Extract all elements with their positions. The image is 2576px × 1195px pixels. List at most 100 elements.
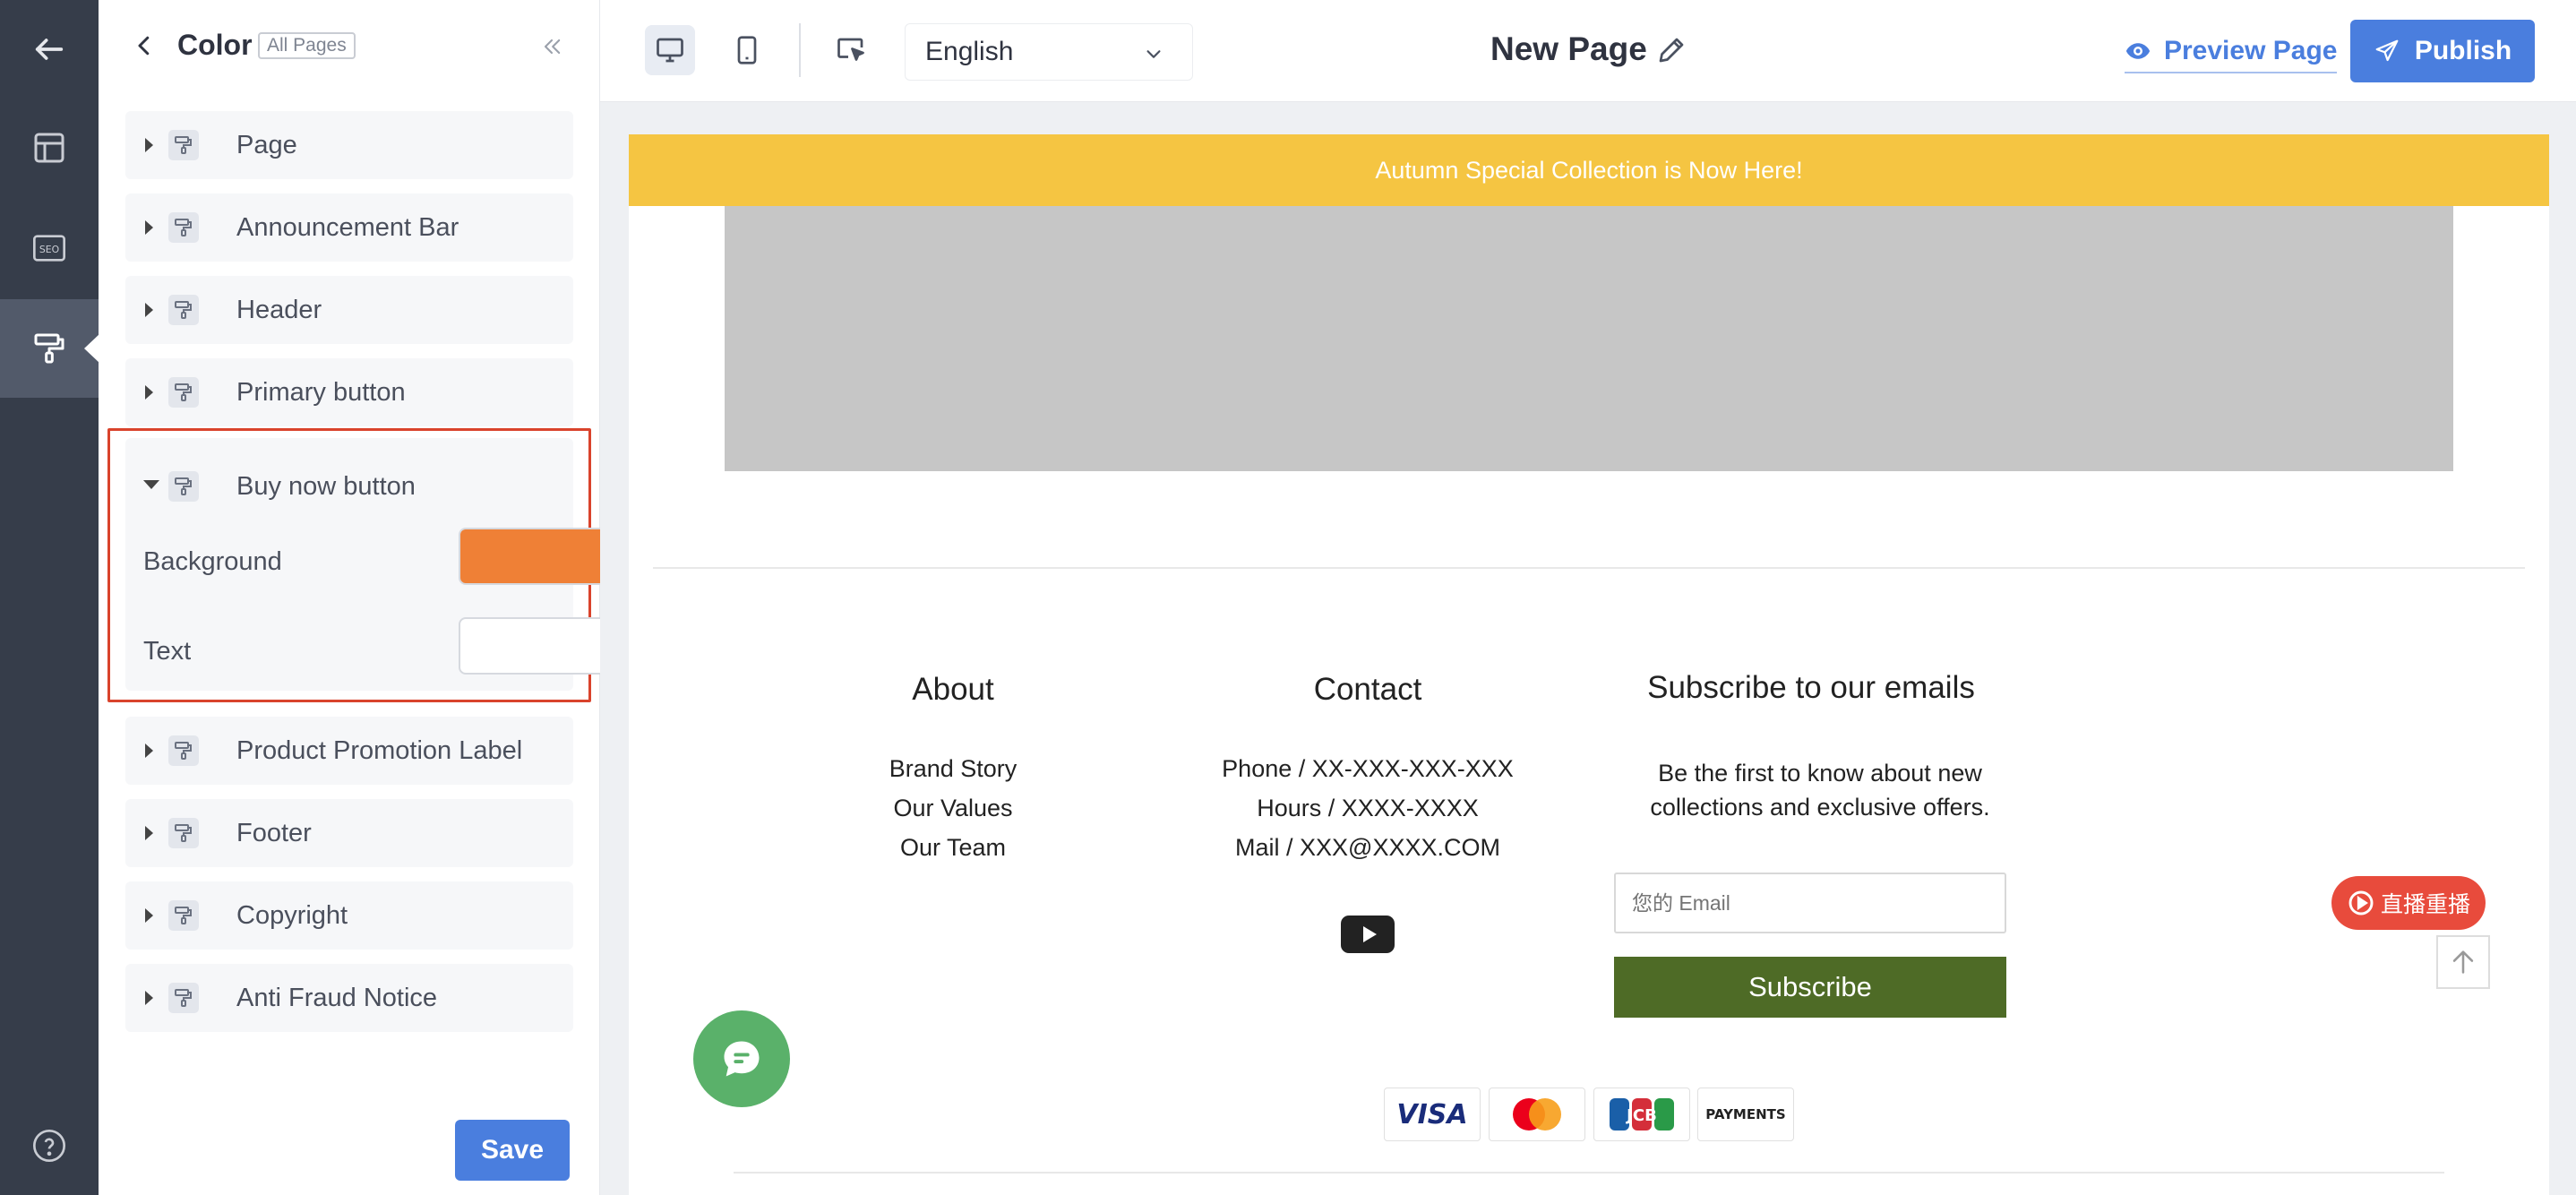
back-button[interactable]: [0, 0, 99, 99]
visa-label: VISA: [1396, 1098, 1468, 1131]
live-replay-label: 直播重播: [2380, 892, 2470, 917]
live-replay-badge[interactable]: 直播重播: [2331, 876, 2486, 930]
footer-link[interactable]: Brand Story: [819, 749, 1087, 788]
mobile-view-button[interactable]: [722, 25, 772, 75]
caret-right-icon: [145, 744, 153, 758]
group-buy-now-button-highlight: Buy now button Background Text: [107, 428, 656, 702]
footer-divider: [653, 567, 2525, 569]
desktop-view-button[interactable]: [645, 25, 695, 75]
group-header[interactable]: Header: [125, 276, 573, 344]
contact-heading: Contact: [1313, 672, 1422, 707]
mastercard-payment-logo: [1489, 1088, 1585, 1141]
editor-toolbar: English New Page Preview Page Publish: [600, 0, 2576, 102]
payments-logo: PAYMENTS: [1697, 1088, 1794, 1141]
preview-label: Preview Page: [2164, 36, 2338, 65]
group-footer[interactable]: Footer: [125, 799, 573, 867]
arrow-left-icon: [35, 39, 64, 60]
pencil-icon[interactable]: [1655, 34, 1687, 66]
layout-icon: [34, 133, 64, 163]
subscribe-heading: Subscribe to our emails: [1647, 670, 1975, 705]
chevron-left-icon[interactable]: [131, 32, 158, 59]
group-label: Primary button: [236, 378, 406, 407]
contact-line: Phone / XX-XXX-XXX-XXX: [1222, 755, 1514, 782]
footer-about-column: About Brand Story Our Values Our Team: [819, 672, 1087, 867]
mobile-icon: [737, 36, 757, 64]
subscribe-button[interactable]: Subscribe: [1614, 957, 2006, 1018]
chat-icon: [724, 1041, 760, 1077]
back-to-top-button[interactable]: [2436, 935, 2490, 989]
caret-right-icon: [145, 826, 153, 840]
preview-canvas: Autumn Special Collection is Now Here! A…: [600, 102, 2576, 1195]
collapse-panel-icon[interactable]: [539, 34, 564, 59]
caret-right-icon: [145, 303, 153, 317]
caret-right-icon: [145, 138, 153, 152]
jcb-icon: JCB: [1610, 1098, 1674, 1131]
subscribe-blurb: Be the first to know about new collectio…: [1650, 760, 1990, 821]
contact-line: Hours / XXXX-XXXX: [1257, 795, 1479, 821]
paint-roller-icon: [168, 983, 199, 1013]
seo-button[interactable]: SEO: [0, 199, 99, 297]
group-copyright[interactable]: Copyright: [125, 881, 573, 950]
paint-roller-icon: [168, 818, 199, 848]
footer-link[interactable]: Our Values: [819, 788, 1087, 828]
footer-subscribe-column: Subscribe to our emails: [1596, 670, 2026, 706]
eye-icon: [2125, 43, 2151, 59]
caret-right-icon: [145, 220, 153, 235]
layout-button[interactable]: [0, 99, 99, 197]
desktop-icon: [657, 38, 683, 63]
group-anti-fraud-notice[interactable]: Anti Fraud Notice: [125, 964, 573, 1032]
save-button[interactable]: Save: [455, 1120, 570, 1181]
group-label: Header: [236, 296, 322, 324]
group-label[interactable]: Buy now button: [236, 472, 416, 502]
select-element-button[interactable]: [826, 25, 876, 75]
group-primary-button[interactable]: Primary button: [125, 358, 573, 426]
chevron-down-icon: [1146, 50, 1161, 58]
color-settings-panel: Color All Pages Page Announcement Bar He…: [99, 0, 656, 1195]
page-name: New Page: [1490, 30, 1647, 67]
youtube-icon[interactable]: [1341, 916, 1395, 953]
group-label: Page: [236, 131, 297, 159]
group-label: Announcement Bar: [236, 213, 459, 242]
footer-link[interactable]: Our Team: [819, 828, 1087, 867]
toolbar-divider: [799, 23, 801, 77]
panel-header: Color All Pages: [99, 0, 600, 93]
group-label: Copyright: [236, 901, 348, 930]
contact-line: Mail / XXX@XXXX.COM: [1235, 834, 1500, 861]
paint-roller-icon: [168, 900, 199, 931]
image-placeholder[interactable]: [725, 206, 2453, 471]
paint-roller-icon: [168, 377, 199, 408]
group-label: Anti Fraud Notice: [236, 984, 438, 1012]
publish-button[interactable]: Publish: [2350, 20, 2535, 82]
caret-right-icon: [145, 991, 153, 1005]
publish-label: Publish: [2414, 36, 2512, 65]
svg-text:SEO: SEO: [39, 244, 59, 255]
group-announcement-bar[interactable]: Announcement Bar: [125, 193, 573, 262]
caret-down-icon[interactable]: [143, 480, 159, 489]
visa-payment-logo: VISA: [1384, 1088, 1481, 1141]
background-field-label: Background: [143, 547, 282, 576]
panel-title: Color: [177, 29, 253, 61]
scope-tag: All Pages: [258, 32, 356, 59]
paint-roller-icon: [168, 295, 199, 325]
language-value: English: [925, 37, 1014, 66]
paint-roller-icon: [168, 471, 199, 502]
language-select[interactable]: English: [905, 23, 1193, 81]
preview-page-link[interactable]: Preview Page: [2125, 30, 2338, 73]
footer-bottom-divider: [734, 1172, 2444, 1174]
seo-icon: SEO: [33, 235, 65, 262]
caret-right-icon: [145, 385, 153, 400]
page-preview: Autumn Special Collection is Now Here! A…: [629, 134, 2549, 1195]
paint-roller-icon: [168, 130, 199, 160]
help-button[interactable]: [0, 1096, 99, 1195]
group-label: Footer: [236, 819, 312, 847]
group-page[interactable]: Page: [125, 111, 573, 179]
text-field-label: Text: [143, 637, 192, 666]
announcement-bar[interactable]: Autumn Special Collection is Now Here!: [629, 134, 2549, 206]
email-input[interactable]: [1614, 873, 2006, 933]
paint-roller-icon: [34, 333, 64, 364]
group-product-promotion-label[interactable]: Product Promotion Label: [125, 717, 573, 785]
group-buy-now-button: Buy now button Background Text: [125, 438, 656, 691]
chat-button[interactable]: [693, 1010, 790, 1107]
theme-color-button[interactable]: [0, 299, 100, 398]
send-icon: [2375, 39, 2399, 62]
